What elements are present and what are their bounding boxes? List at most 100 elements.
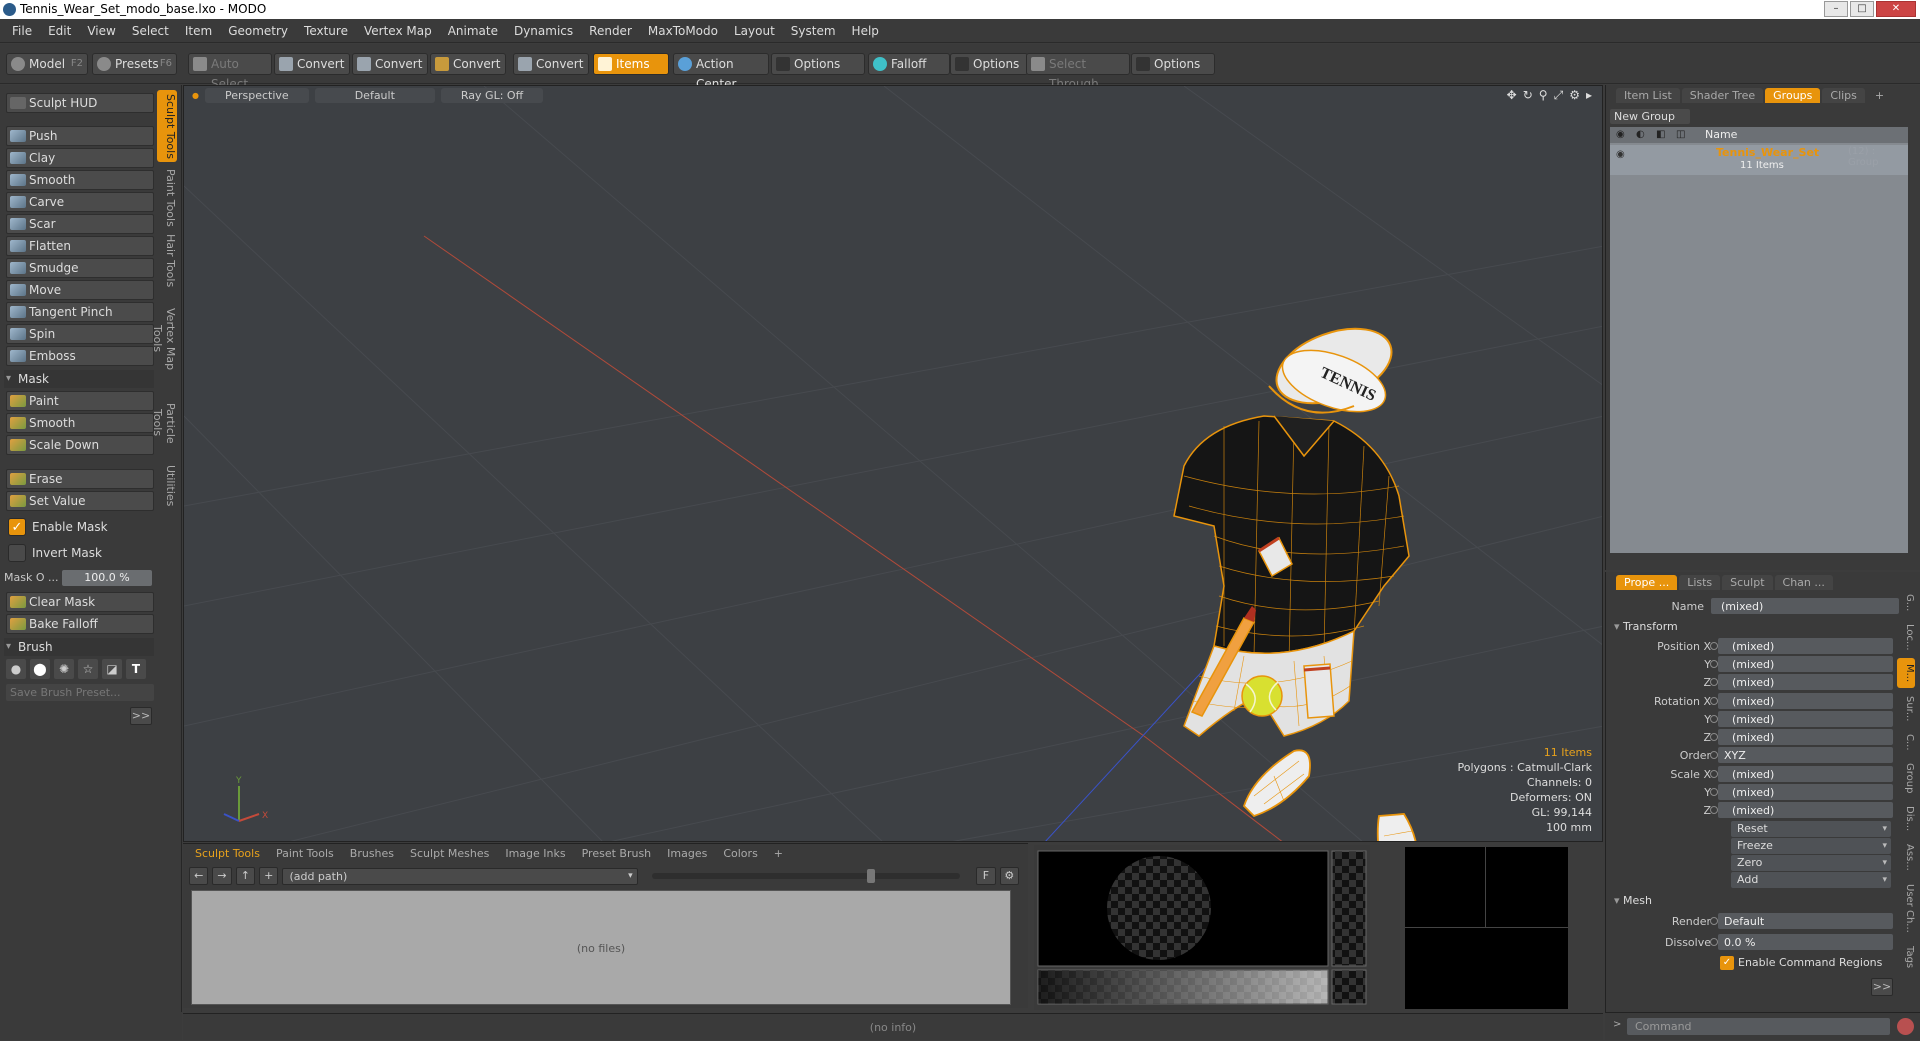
rotate-icon[interactable]: ↻ (1523, 88, 1533, 103)
position-z-field[interactable]: (mixed) (1718, 674, 1893, 690)
tool-emboss[interactable]: Emboss (6, 346, 154, 366)
action-center-options-button[interactable]: Options (771, 53, 865, 75)
tennis-ball-model[interactable] (1241, 675, 1283, 717)
add-dropdown[interactable]: Add (1731, 872, 1891, 888)
shirt-model[interactable] (1173, 415, 1410, 662)
keyframe-dot-icon[interactable] (1710, 788, 1718, 796)
mesh-section-header[interactable]: Mesh (1614, 894, 1904, 907)
freeze-dropdown[interactable]: Freeze (1731, 838, 1891, 854)
tool-tangent-pinch[interactable]: Tangent Pinch (6, 302, 154, 322)
brush-section-header[interactable]: Brush (4, 638, 154, 656)
minimize-button[interactable]: – (1824, 1, 1848, 17)
keyframe-dot-icon[interactable] (1710, 678, 1718, 686)
keyframe-dot-icon[interactable] (1710, 938, 1718, 946)
fit-icon[interactable]: ⤢ (1554, 88, 1564, 103)
items-mode-button[interactable]: Items (593, 53, 669, 75)
tool-smooth[interactable]: Smooth (6, 170, 154, 190)
vtab-c[interactable]: C... (1897, 730, 1915, 754)
mask-opacity-field[interactable]: 100.0 % (62, 570, 152, 586)
tab-vertex-map-tools[interactable]: Vertex Map Tools (151, 294, 177, 384)
rotation-x-field[interactable]: (mixed) (1718, 693, 1893, 709)
mask-set-value-button[interactable]: Set Value (6, 491, 154, 511)
more-button[interactable]: >> (1871, 978, 1893, 996)
position-y-field[interactable]: (mixed) (1718, 656, 1893, 672)
group-row[interactable]: ◉ Tennis_Wear_Set (12) : Group 11 Items (1610, 145, 1908, 175)
keyframe-dot-icon[interactable] (1710, 917, 1718, 925)
save-brush-preset-field[interactable]: Save Brush Preset... (6, 684, 154, 701)
keyframe-dot-icon[interactable] (1710, 770, 1718, 778)
render-icon[interactable]: ◐ (1636, 129, 1645, 140)
vtab-display[interactable]: Dis... (1897, 802, 1915, 836)
menu-animate[interactable]: Animate (440, 24, 506, 38)
rotation-z-field[interactable]: (mixed) (1718, 729, 1893, 745)
more-button[interactable]: >> (130, 707, 152, 725)
add-path-icon[interactable]: + (259, 867, 279, 885)
menu-edit[interactable]: Edit (40, 24, 79, 38)
position-x-field[interactable]: (mixed) (1718, 638, 1893, 654)
tool-push[interactable]: Push (6, 126, 154, 146)
tab-particle-tools[interactable]: Particle Tools (151, 388, 177, 458)
order-dropdown[interactable]: XYZ (1718, 747, 1893, 763)
zoom-icon[interactable]: ⚲ (1539, 88, 1548, 103)
back-arrow-icon[interactable]: ← (189, 867, 209, 885)
scale-y-field[interactable]: (mixed) (1718, 784, 1893, 800)
command-input[interactable]: Command (1627, 1018, 1890, 1035)
reset-dropdown[interactable]: Reset (1731, 821, 1891, 837)
zero-dropdown[interactable]: Zero (1731, 855, 1891, 871)
tab-hair-tools[interactable]: Hair Tools (157, 233, 177, 289)
keyframe-dot-icon[interactable] (1710, 715, 1718, 723)
tool-clay[interactable]: Clay (6, 148, 154, 168)
clear-mask-button[interactable]: Clear Mask (6, 592, 154, 612)
filter-button[interactable]: F (976, 867, 996, 885)
path-dropdown[interactable]: (add path) ▾ (282, 867, 638, 885)
vtab-group[interactable]: Group (1897, 758, 1915, 798)
add-tab-icon[interactable]: + (768, 847, 789, 860)
pan-icon[interactable]: ✥ (1507, 88, 1517, 103)
keyframe-dot-icon[interactable] (1710, 806, 1718, 814)
tab-sculpt-tools[interactable]: Sculpt Tools (157, 90, 177, 162)
shoe-left-model[interactable] (1242, 749, 1311, 818)
star-brush-icon[interactable]: ☆ (78, 659, 98, 679)
new-group-button[interactable]: New Group (1610, 109, 1690, 124)
tool-scar[interactable]: Scar (6, 214, 154, 234)
tab-sculpt[interactable]: Sculpt (1722, 574, 1773, 590)
hard-brush-icon[interactable]: ⬤ (30, 659, 50, 679)
tab-shader-tree[interactable]: Shader Tree (1681, 87, 1764, 103)
render-dropdown[interactable]: Default (1718, 913, 1893, 929)
raygl-toggle[interactable]: Ray GL: Off (440, 87, 544, 103)
expand-arrow-icon[interactable]: ▸ (1586, 88, 1592, 103)
vtab-mesh[interactable]: M... (1897, 658, 1915, 688)
tab-image-inks[interactable]: Image Inks (499, 847, 571, 860)
presets-button[interactable]: Presets F6 (92, 53, 177, 75)
vtab-surface[interactable]: Sur... (1897, 692, 1915, 726)
tool-smudge[interactable]: Smudge (6, 258, 154, 278)
menu-layout[interactable]: Layout (726, 24, 783, 38)
3d-viewport[interactable]: TENNIS Y X ● Perspective Default Ray GL:… (183, 85, 1603, 842)
tab-channels[interactable]: Chan ... (1774, 574, 1833, 590)
record-icon[interactable] (1897, 1018, 1914, 1035)
enable-command-regions-checkbox[interactable]: ✓ Enable Command Regions (1718, 955, 1898, 971)
convert-materials-button[interactable]: Convert (513, 53, 589, 75)
bake-falloff-button[interactable]: Bake Falloff (6, 614, 154, 634)
convert-polygons-button[interactable]: Convert (430, 53, 506, 75)
menu-vertex-map[interactable]: Vertex Map (356, 24, 440, 38)
thumbnail-size-slider[interactable] (651, 869, 961, 883)
falloff-options-button[interactable]: Options (950, 53, 1028, 75)
vtab-user-channels[interactable]: User Ch... (1897, 878, 1915, 938)
visibility-eye-icon[interactable]: ◉ (1616, 129, 1625, 140)
select-icon[interactable]: ◫ (1676, 129, 1685, 140)
tab-sculpt-tools[interactable]: Sculpt Tools (189, 847, 266, 860)
settings-gear-icon[interactable]: ⚙ (999, 867, 1019, 885)
keyframe-dot-icon[interactable] (1710, 697, 1718, 705)
tab-clips[interactable]: Clips (1822, 87, 1865, 103)
tab-properties[interactable]: Prope ... (1616, 574, 1678, 590)
rotation-y-field[interactable]: (mixed) (1718, 711, 1893, 727)
procedural-brush-icon[interactable]: ◪ (102, 659, 122, 679)
mask-paint-button[interactable]: Paint (6, 391, 154, 411)
wristband-right-model[interactable] (1303, 663, 1335, 719)
settings-gear-icon[interactable]: ⚙ (1569, 88, 1580, 103)
shading-dropdown[interactable]: Default (314, 87, 435, 103)
convert-edges-button[interactable]: Convert (352, 53, 428, 75)
falloff-button[interactable]: Falloff (868, 53, 950, 75)
menu-item[interactable]: Item (177, 24, 220, 38)
